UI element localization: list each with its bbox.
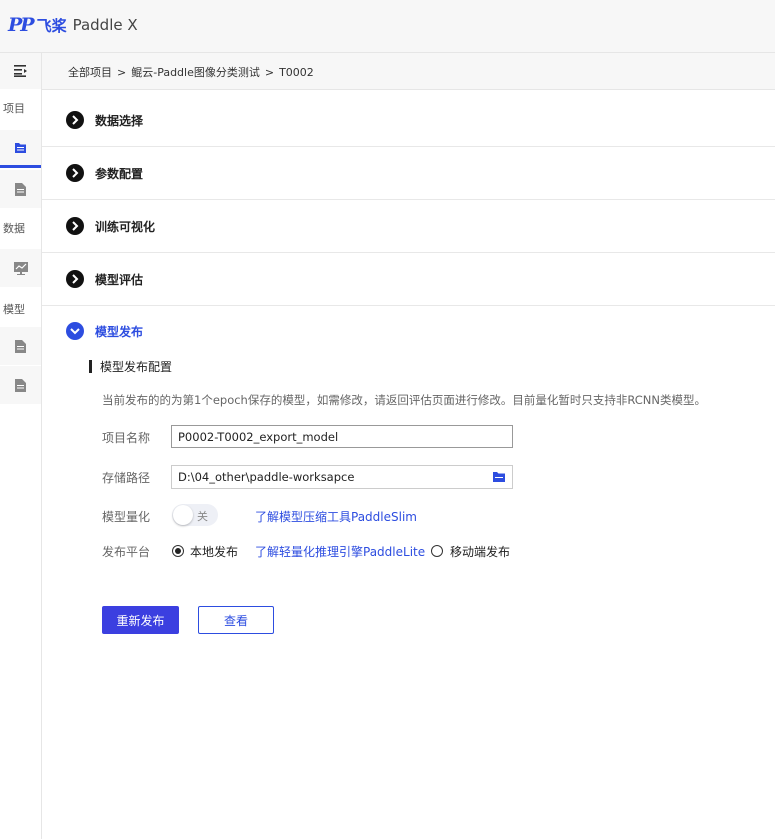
- sidebar-group-data: 数据: [3, 222, 25, 235]
- breadcrumb: 全部项目 > 鲲云-Paddle图像分类测试 > T0002: [68, 64, 314, 80]
- document-icon: [15, 378, 26, 392]
- toggle-knob: [173, 505, 193, 525]
- project-name-label: 项目名称: [102, 431, 151, 445]
- chevron-right-icon: [66, 270, 84, 288]
- heading-accent-bar: [89, 360, 92, 373]
- sidebar-item-project-files[interactable]: [0, 130, 41, 168]
- brand-name-en: Paddle X: [72, 16, 138, 34]
- project-name-input[interactable]: P0002-T0002_export_model: [171, 425, 513, 448]
- publish-config-heading: 模型发布配置: [89, 358, 172, 375]
- brand-name-cn: 飞桨: [36, 16, 67, 35]
- section-model-evaluation[interactable]: 模型评估: [42, 253, 775, 306]
- radio-mobile-publish[interactable]: [431, 545, 443, 557]
- sidebar-toggle-button[interactable]: [0, 53, 41, 89]
- quantization-toggle[interactable]: 关: [172, 504, 218, 526]
- section-data-selection[interactable]: 数据选择: [42, 94, 775, 147]
- radio-local-publish[interactable]: [172, 545, 184, 557]
- breadcrumb-item-task: T0002: [279, 66, 314, 79]
- sidebar-item-model-doc-1[interactable]: [0, 327, 41, 365]
- publish-notice: 当前发布的的为第1个epoch保存的模型，如需修改，请返回评估页面进行修改。目前…: [102, 393, 706, 407]
- section-title: 训练可视化: [95, 220, 156, 234]
- section-title: 参数配置: [95, 167, 144, 181]
- folder-icon[interactable]: [492, 471, 506, 483]
- breadcrumb-item-all-projects[interactable]: 全部项目: [68, 66, 112, 79]
- left-sidebar: 项目 数据 模型: [0, 53, 42, 839]
- chevron-right-icon: [66, 111, 84, 129]
- view-button[interactable]: 查看: [198, 606, 274, 634]
- chevron-right-icon: [66, 164, 84, 182]
- menu-collapse-icon: [13, 65, 27, 77]
- quantization-label: 模型量化: [102, 510, 151, 524]
- breadcrumb-separator: >: [264, 66, 275, 79]
- storage-path-value: D:\04_other\paddle-worksapce: [178, 470, 355, 484]
- storage-path-input[interactable]: D:\04_other\paddle-worksapce: [171, 465, 513, 489]
- paddle-logo[interactable]: PP 飞桨 Paddle X: [8, 13, 138, 37]
- section-model-publish[interactable]: 模型发布: [42, 305, 775, 357]
- chart-icon: [13, 261, 28, 275]
- local-publish-label[interactable]: 本地发布: [190, 543, 238, 560]
- publish-config-heading-text: 模型发布配置: [100, 360, 173, 374]
- platform-label: 发布平台: [102, 545, 151, 559]
- paddle-logo-mark: PP: [8, 14, 35, 36]
- sidebar-group-model: 模型: [3, 303, 25, 316]
- sidebar-item-model-doc-2[interactable]: [0, 366, 41, 404]
- section-title: 模型评估: [95, 273, 144, 287]
- section-parameter-config[interactable]: 参数配置: [42, 147, 775, 200]
- chevron-down-icon: [66, 322, 84, 340]
- paddlelite-link[interactable]: 了解轻量化推理引擎PaddleLite: [255, 543, 425, 560]
- paddleslim-link[interactable]: 了解模型压缩工具PaddleSlim: [255, 508, 417, 525]
- document-icon: [15, 182, 26, 196]
- file-icon: [15, 143, 26, 153]
- storage-path-label: 存储路径: [102, 471, 151, 485]
- sidebar-item-data-chart[interactable]: [0, 249, 41, 287]
- chevron-right-icon: [66, 217, 84, 235]
- sidebar-group-project: 项目: [3, 102, 25, 115]
- breadcrumb-item-project[interactable]: 鲲云-Paddle图像分类测试: [131, 66, 260, 79]
- breadcrumb-separator: >: [117, 66, 127, 79]
- sidebar-item-project-doc[interactable]: [0, 170, 41, 208]
- section-title: 数据选择: [95, 114, 144, 128]
- mobile-publish-label[interactable]: 移动端发布: [450, 543, 510, 560]
- project-name-value: P0002-T0002_export_model: [178, 430, 339, 444]
- top-header: PP 飞桨 Paddle X: [0, 0, 775, 53]
- document-icon: [15, 339, 26, 353]
- section-training-visualization[interactable]: 训练可视化: [42, 200, 775, 253]
- breadcrumb-bar: 全部项目 > 鲲云-Paddle图像分类测试 > T0002: [42, 53, 775, 90]
- republish-button[interactable]: 重新发布: [102, 606, 179, 634]
- section-title: 模型发布: [95, 325, 144, 339]
- toggle-state-text: 关: [197, 510, 208, 523]
